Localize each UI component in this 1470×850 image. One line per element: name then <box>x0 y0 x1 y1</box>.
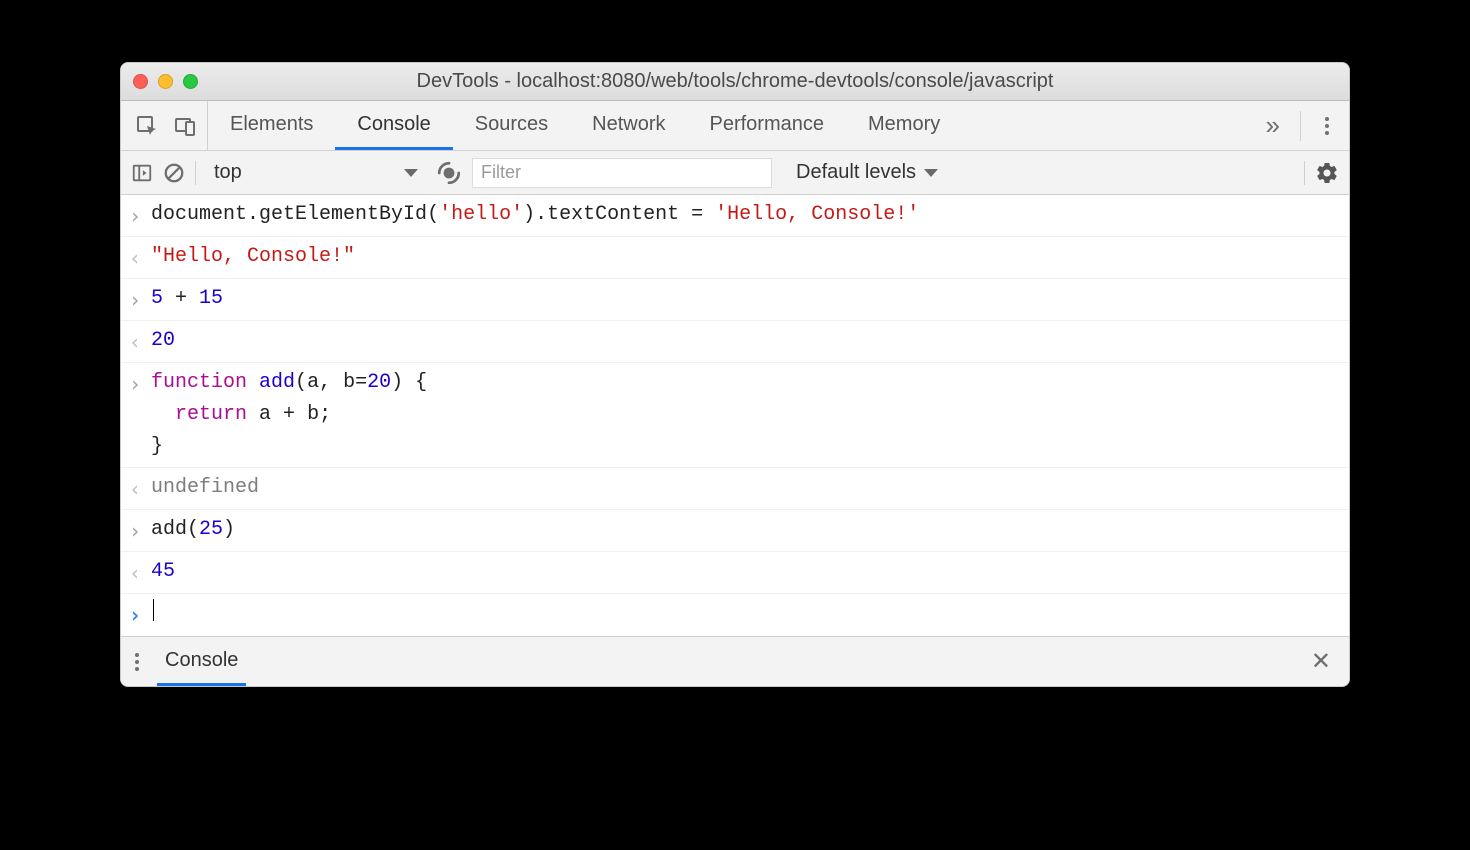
input-marker-icon <box>129 199 151 232</box>
tab-console[interactable]: Console <box>335 101 452 150</box>
titlebar: DevTools - localhost:8080/web/tools/chro… <box>121 63 1349 101</box>
console-input-row: add(25) <box>121 510 1349 552</box>
close-window-button[interactable] <box>133 74 148 89</box>
prompt-marker-icon <box>129 598 151 631</box>
drawer-tab-console[interactable]: Console <box>157 637 246 686</box>
inspect-controls <box>121 101 208 150</box>
tab-elements[interactable]: Elements <box>208 101 335 150</box>
input-marker-icon <box>129 367 151 400</box>
device-toolbar-icon[interactable] <box>173 114 197 138</box>
levels-label: Default levels <box>796 161 916 184</box>
chevron-down-icon <box>924 169 938 177</box>
inspect-element-icon[interactable] <box>135 114 159 138</box>
devtools-window: DevTools - localhost:8080/web/tools/chro… <box>120 62 1350 687</box>
window-title: DevTools - localhost:8080/web/tools/chro… <box>121 70 1349 93</box>
drawer-tab-label: Console <box>165 649 238 672</box>
console-input-row: document.getElementById('hello').textCon… <box>121 195 1349 237</box>
live-expression-icon[interactable] <box>436 160 462 186</box>
console-output-row: undefined <box>121 468 1349 510</box>
chevron-down-icon <box>404 169 418 177</box>
tab-performance[interactable]: Performance <box>688 101 847 150</box>
panel-tabs: ElementsConsoleSourcesNetworkPerformance… <box>208 101 962 150</box>
code-content: undefined <box>151 472 259 504</box>
output-marker-icon <box>129 241 151 274</box>
main-tabs-bar: ElementsConsoleSourcesNetworkPerformance… <box>121 101 1349 151</box>
clear-console-icon[interactable] <box>163 162 185 184</box>
code-content: add(25) <box>151 514 235 546</box>
separator <box>1300 111 1301 141</box>
tab-memory[interactable]: Memory <box>846 101 962 150</box>
code-content: 5 + 15 <box>151 283 223 315</box>
output-marker-icon <box>129 472 151 505</box>
execution-context-selector[interactable]: top <box>206 161 426 184</box>
close-drawer-button[interactable]: ✕ <box>1303 643 1339 680</box>
console-output-row: 20 <box>121 321 1349 363</box>
code-content: "Hello, Console!" <box>151 241 355 273</box>
prompt-input[interactable] <box>151 598 154 630</box>
zoom-window-button[interactable] <box>183 74 198 89</box>
minimize-window-button[interactable] <box>158 74 173 89</box>
input-marker-icon <box>129 283 151 316</box>
separator <box>1304 161 1305 185</box>
output-marker-icon <box>129 325 151 358</box>
context-label: top <box>214 161 242 184</box>
code-content: 45 <box>151 556 175 588</box>
console-toolbar: top Default levels <box>121 151 1349 195</box>
output-marker-icon <box>129 556 151 589</box>
separator <box>195 161 196 185</box>
code-content: function add(a, b=20) { return a + b; } <box>151 367 427 463</box>
console-input-row: 5 + 15 <box>121 279 1349 321</box>
tab-sources[interactable]: Sources <box>453 101 570 150</box>
more-options-button[interactable] <box>1321 113 1333 139</box>
code-content: 20 <box>151 325 175 357</box>
console-output[interactable]: document.getElementById('hello').textCon… <box>121 195 1349 636</box>
overflow-tabs-button[interactable]: » <box>1266 110 1280 141</box>
toggle-sidebar-icon[interactable] <box>131 162 153 184</box>
tab-network[interactable]: Network <box>570 101 687 150</box>
console-input-row: function add(a, b=20) { return a + b; } <box>121 363 1349 468</box>
code-content: document.getElementById('hello').textCon… <box>151 199 919 231</box>
drawer-more-button[interactable] <box>131 649 143 675</box>
console-settings-icon[interactable] <box>1315 161 1339 185</box>
filter-input[interactable] <box>472 158 772 188</box>
console-prompt-row[interactable] <box>121 594 1349 635</box>
traffic-lights <box>133 74 198 89</box>
input-marker-icon <box>129 514 151 547</box>
drawer: Console ✕ <box>121 636 1349 686</box>
log-levels-selector[interactable]: Default levels <box>782 161 938 184</box>
console-output-row: 45 <box>121 552 1349 594</box>
console-output-row: "Hello, Console!" <box>121 237 1349 279</box>
